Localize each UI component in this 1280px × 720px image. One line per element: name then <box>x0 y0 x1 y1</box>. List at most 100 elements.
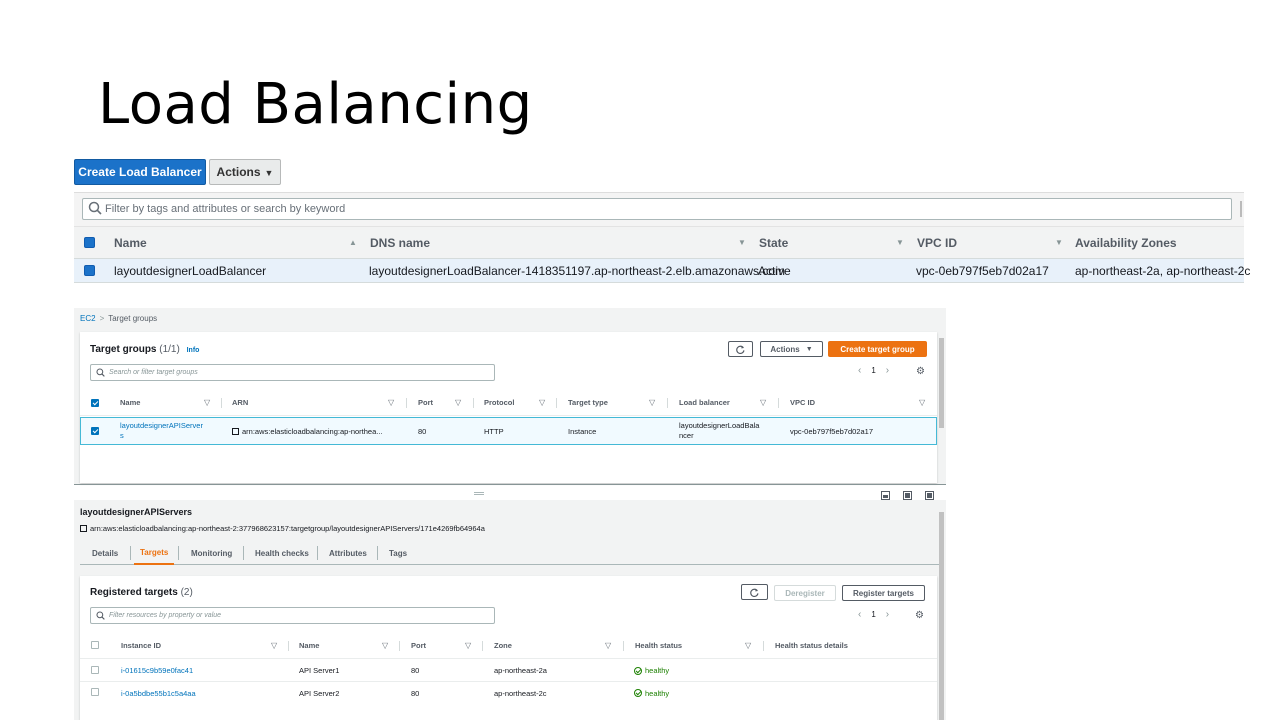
filter-search-input[interactable]: Filter by tags and attributes or search … <box>82 198 1232 220</box>
actions-dropdown-button[interactable]: Actions ▼ <box>209 159 281 185</box>
column-header-name[interactable]: Name <box>114 227 147 258</box>
instance-id-link[interactable]: i-01615c9b59e0fac41 <box>121 660 193 681</box>
filter-icon[interactable]: ▽ <box>271 633 277 658</box>
current-page[interactable]: 1 <box>871 366 875 375</box>
select-all-checkbox[interactable] <box>84 237 95 248</box>
tab-health-checks[interactable]: Health checks <box>255 541 309 565</box>
filter-icon[interactable]: ▽ <box>605 633 611 658</box>
deregister-button[interactable]: Deregister <box>774 585 836 601</box>
filter-icon[interactable]: ▽ <box>455 390 461 415</box>
select-all-checkbox[interactable] <box>91 641 99 649</box>
actions-label: Actions <box>770 344 800 354</box>
table-row[interactable]: i-0a5bdbe55b1c5a4aa API Server2 80 ap-no… <box>80 682 937 704</box>
register-targets-button[interactable]: Register targets <box>842 585 925 601</box>
target-group-name-link[interactable]: layoutdesignerAPIServer s <box>120 418 203 444</box>
row-checkbox[interactable] <box>91 427 99 435</box>
filter-icon[interactable]: ▽ <box>760 390 766 415</box>
sort-ascending-icon[interactable]: ▲ <box>349 227 357 258</box>
column-header-name[interactable]: Name <box>120 390 140 415</box>
breadcrumb-ec2[interactable]: EC2 <box>80 314 96 323</box>
scrollbar[interactable] <box>939 512 944 720</box>
sort-icon[interactable]: ▼ <box>738 227 746 258</box>
create-target-group-button[interactable]: Create target group <box>828 341 927 357</box>
create-load-balancer-button[interactable]: Create Load Balancer <box>74 159 206 185</box>
scrollbar[interactable] <box>939 338 944 428</box>
next-page-icon[interactable]: › <box>886 365 889 376</box>
sort-icon[interactable]: ▼ <box>1055 227 1063 258</box>
target-group-arn-text: arn:aws:elasticloadbalancing:ap-northea.… <box>242 426 383 436</box>
info-link[interactable]: Info <box>187 347 200 354</box>
column-header-protocol[interactable]: Protocol <box>484 390 514 415</box>
table-row[interactable]: layoutdesignerLoadBalancer layoutdesigne… <box>74 259 1250 283</box>
column-header-zone[interactable]: Zone <box>494 633 512 658</box>
row-checkbox[interactable] <box>91 666 99 674</box>
settings-gear-icon[interactable]: ⚙ <box>916 367 926 377</box>
split-panel-bottom-icon[interactable] <box>881 491 890 500</box>
column-header-dns-name[interactable]: DNS name <box>370 227 430 258</box>
resize-handle[interactable] <box>474 492 484 495</box>
load-balancer-table-header: Name ▲ DNS name ▼ State ▼ VPC ID ▼ Avail… <box>74 226 1244 259</box>
tab-monitoring[interactable]: Monitoring <box>191 541 232 565</box>
filter-icon[interactable]: ▽ <box>388 390 394 415</box>
next-page-icon[interactable]: › <box>886 609 889 620</box>
row-checkbox[interactable] <box>84 265 95 276</box>
copy-icon[interactable] <box>80 525 87 532</box>
column-header-availability-zones[interactable]: Availability Zones <box>1075 227 1177 258</box>
column-header-load-balancer[interactable]: Load balancer <box>679 390 730 415</box>
column-header-port[interactable]: Port <box>418 390 433 415</box>
target-group-port: 80 <box>418 426 427 436</box>
filter-icon[interactable]: ▽ <box>465 633 471 658</box>
column-header-port[interactable]: Port <box>411 633 426 658</box>
target-groups-search-input[interactable]: Search or filter target groups <box>90 364 495 381</box>
sort-icon[interactable]: ▼ <box>896 227 904 258</box>
previous-page-icon[interactable]: ‹ <box>858 365 861 376</box>
breadcrumb: EC2 > Target groups <box>80 314 157 323</box>
filter-icon[interactable]: ▽ <box>745 633 751 658</box>
actions-dropdown-button[interactable]: Actions ▼ <box>760 341 823 357</box>
chevron-right-icon: > <box>99 314 105 323</box>
column-header-target-type[interactable]: Target type <box>568 390 608 415</box>
health-status-text: healthy <box>645 666 670 675</box>
split-panel-side-icon[interactable] <box>903 491 912 500</box>
filter-icon[interactable]: ▽ <box>919 390 925 415</box>
tab-details[interactable]: Details <box>92 541 118 565</box>
column-header-arn[interactable]: ARN <box>232 390 248 415</box>
refresh-button[interactable] <box>741 584 768 600</box>
filter-icon[interactable]: ▽ <box>382 633 388 658</box>
tab-divider <box>243 546 244 560</box>
split-panel-full-icon[interactable] <box>925 491 934 500</box>
search-icon <box>88 201 102 215</box>
column-divider <box>623 641 624 651</box>
column-header-vpc-id[interactable]: VPC ID <box>917 227 957 258</box>
column-header-instance-id[interactable]: Instance ID <box>121 633 161 658</box>
table-row[interactable]: i-01615c9b59e0fac41 API Server1 80 ap-no… <box>80 660 937 682</box>
filter-search-placeholder: Filter by tags and attributes or search … <box>105 203 346 215</box>
filter-icon[interactable]: ▽ <box>649 390 655 415</box>
registered-targets-search-input[interactable]: Filter resources by property or value <box>90 607 495 624</box>
column-header-state[interactable]: State <box>759 227 788 258</box>
column-divider <box>556 398 557 408</box>
filter-icon[interactable]: ▽ <box>204 390 210 415</box>
load-balancer-line2: ncer <box>679 431 694 440</box>
column-divider <box>399 641 400 651</box>
target-groups-title: Target groups <box>90 344 157 355</box>
instance-zone: ap-northeast-2a <box>494 666 547 675</box>
column-header-health-status[interactable]: Health status <box>635 633 682 658</box>
tab-targets[interactable]: Targets <box>134 541 175 565</box>
table-row[interactable]: layoutdesignerAPIServer s arn:aws:elasti… <box>80 417 937 445</box>
filter-icon[interactable]: ▽ <box>539 390 545 415</box>
instance-id-link[interactable]: i-0a5bdbe55b1c5a4aa <box>121 682 196 704</box>
column-header-name[interactable]: Name <box>299 633 319 658</box>
previous-page-icon[interactable]: ‹ <box>858 609 861 620</box>
tab-tags[interactable]: Tags <box>389 541 407 565</box>
copy-icon[interactable] <box>232 427 239 435</box>
tab-attributes[interactable]: Attributes <box>329 541 367 565</box>
select-all-checkbox[interactable] <box>91 399 99 407</box>
health-status: healthy <box>634 660 669 681</box>
current-page[interactable]: 1 <box>871 610 875 619</box>
column-header-vpc-id[interactable]: VPC ID <box>790 390 815 415</box>
settings-gear-icon[interactable]: ⚙ <box>915 611 925 621</box>
column-header-health-status-details[interactable]: Health status details <box>775 633 848 658</box>
row-checkbox[interactable] <box>91 688 99 696</box>
refresh-button[interactable] <box>728 341 753 357</box>
